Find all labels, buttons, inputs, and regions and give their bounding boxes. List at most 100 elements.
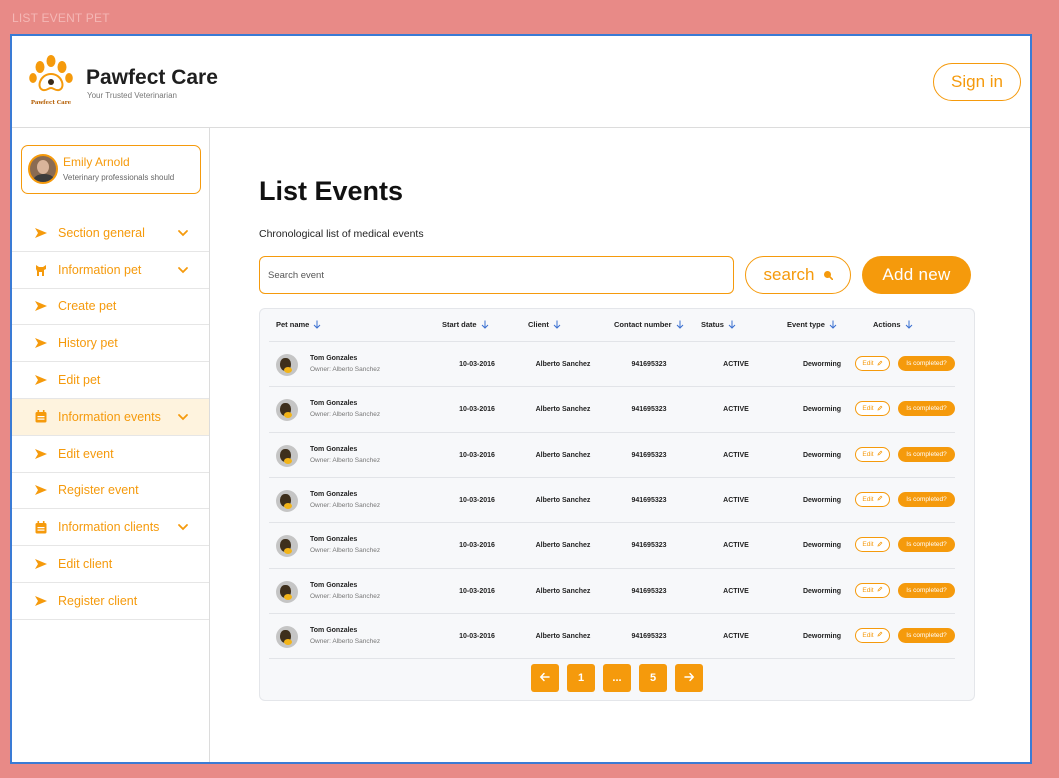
sort-arrow-icon [313, 320, 321, 329]
column-header-status[interactable]: Status [701, 320, 736, 329]
cell-event-type: Deworming [802, 496, 842, 504]
cell-event-type: Deworming [802, 406, 842, 414]
column-header-actions[interactable]: Actions [873, 320, 913, 329]
cell-start-date: 10-03-2016 [459, 361, 495, 368]
cell-contact: 941695323 [631, 542, 667, 550]
pet-owner: Owner: Alberto Sanchez [310, 456, 381, 464]
search-button[interactable]: search [745, 256, 851, 294]
sidebar-item-edit-pet[interactable]: Edit pet [12, 362, 209, 399]
sidebar-item-label: Edit client [58, 557, 113, 572]
arrow-right-icon [34, 226, 48, 240]
edit-button[interactable]: Edit [855, 356, 890, 371]
column-header-pet-name[interactable]: Pet name [276, 320, 321, 329]
column-header-label: Status [701, 320, 724, 329]
table-row[interactable]: Tom Gonzales Owner: Alberto Sanchez 10-03-… [269, 341, 955, 386]
is-completed-button[interactable]: Is completed? [898, 356, 955, 371]
pet-owner: Owner: Alberto Sanchez [310, 637, 381, 645]
pencil-icon [877, 586, 883, 594]
sidebar-item-label: Register event [58, 483, 139, 498]
sidebar-item-information-events[interactable]: Information events [12, 398, 209, 436]
sort-arrow-icon [905, 320, 913, 329]
edit-button[interactable]: Edit [855, 446, 890, 462]
table-row[interactable]: Tom Gonzales Owner: Alberto Sanchez 10-03-… [269, 431, 955, 477]
sort-arrow-icon [481, 320, 489, 329]
table-row[interactable]: Tom Gonzales Owner: Alberto Sanchez 10-03-… [269, 612, 955, 658]
table-row[interactable]: Tom Gonzales Owner: Alberto Sanchez 10-03-… [269, 567, 955, 613]
sidebar-item-information-pet[interactable]: Information pet [12, 252, 209, 289]
sidebar-item-register-client[interactable]: Register client [12, 583, 209, 620]
sidebar-item-information-clients[interactable]: Information clients [12, 509, 209, 547]
is-completed-button[interactable]: Is completed? [898, 446, 955, 462]
pencil-icon [877, 495, 883, 503]
table-row[interactable]: Tom Gonzales Owner: Alberto Sanchez 10-03-… [269, 522, 955, 567]
sidebar-item-edit-event[interactable]: Edit event [12, 436, 209, 473]
arrow-right-icon [34, 299, 48, 313]
previous-page-button[interactable] [531, 664, 559, 692]
table-divider [269, 658, 955, 660]
edit-button-label: Edit [862, 495, 874, 503]
chevron-down-icon[interactable] [177, 227, 189, 239]
add-new-button[interactable]: Add new [862, 256, 971, 294]
page-button-1[interactable]: 1 [567, 664, 595, 692]
sidebar-item-history-pet[interactable]: History pet [12, 325, 209, 363]
column-header-label: Start date [442, 320, 477, 329]
page-button-5[interactable]: 5 [639, 664, 667, 692]
sidebar-item-edit-client[interactable]: Edit client [12, 546, 209, 583]
pencil-icon [877, 360, 883, 368]
edit-button-label: Edit [862, 450, 874, 458]
edit-button-label: Edit [862, 631, 874, 639]
signin-button[interactable]: Sign in [933, 63, 1021, 101]
page-ellipsis[interactable]: ... [603, 664, 631, 692]
cell-client: Alberto Sanchez [535, 632, 591, 640]
is-completed-button[interactable]: Is completed? [898, 582, 955, 598]
chevron-down-icon[interactable] [177, 411, 189, 423]
sidebar-item-register-event[interactable]: Register event [12, 473, 209, 510]
cell-start-date: 10-03-2016 [459, 632, 495, 640]
search-icon [823, 271, 833, 280]
pet-avatar [276, 625, 298, 648]
edit-button[interactable]: Edit [855, 627, 890, 643]
is-completed-button[interactable]: Is completed? [898, 537, 955, 553]
sidebar-item-label: History pet [58, 336, 118, 351]
cell-contact: 941695323 [631, 406, 667, 414]
user-profile-card[interactable]: Emily Arnold Veterinary professionals sh… [21, 145, 201, 194]
pet-avatar [276, 399, 298, 422]
cell-client: Alberto Sanchez [535, 451, 591, 459]
table-row[interactable]: Tom Gonzales Owner: Alberto Sanchez 10-03-… [269, 386, 955, 431]
edit-button[interactable]: Edit [855, 491, 890, 507]
sort-arrow-icon [728, 320, 736, 329]
edit-button[interactable]: Edit [855, 582, 890, 598]
sidebar-item-label: Section general [58, 225, 145, 240]
page-title: List Events [259, 176, 404, 206]
edit-button[interactable]: Edit [855, 537, 890, 553]
is-completed-button[interactable]: Is completed? [898, 627, 955, 643]
next-page-button[interactable] [675, 664, 703, 692]
chevron-down-icon[interactable] [177, 521, 189, 533]
is-completed-button[interactable]: Is completed? [898, 491, 955, 507]
cell-status: ACTIVE [723, 451, 749, 459]
search-input[interactable]: Search event [259, 256, 734, 294]
cell-start-date: 10-03-2016 [459, 542, 495, 550]
sort-arrow-icon [553, 320, 561, 329]
header: Pawfect Care Pawfect Care Your Trusted V… [12, 36, 1030, 128]
sidebar-item-section-general[interactable]: Section general [12, 215, 209, 252]
pet-owner: Owner: Alberto Sanchez [310, 366, 381, 373]
events-table: Pet name Start date Client Contact number St… [259, 308, 975, 701]
edit-button-label: Edit [862, 405, 874, 413]
edit-button[interactable]: Edit [855, 401, 890, 417]
brand-title: Pawfect Care [86, 66, 218, 89]
sidebar-item-create-pet[interactable]: Create pet [12, 289, 209, 326]
brand-subtitle: Your Trusted Veterinarian [87, 91, 177, 100]
column-header-contact-number[interactable]: Contact number [614, 320, 684, 329]
pet-name: Tom Gonzales [310, 400, 358, 408]
column-header-client[interactable]: Client [528, 320, 561, 329]
column-header-label: Contact number [614, 320, 672, 329]
column-header-event-type[interactable]: Event type [787, 320, 837, 329]
cell-contact: 941695323 [631, 632, 667, 640]
table-row[interactable]: Tom Gonzales Owner: Alberto Sanchez 10-03-… [269, 476, 955, 522]
cell-contact: 941695323 [631, 451, 667, 459]
chevron-down-icon[interactable] [177, 264, 189, 276]
pagination: 1... 5 [260, 664, 974, 692]
column-header-start-date[interactable]: Start date [442, 320, 489, 329]
is-completed-button[interactable]: Is completed? [898, 401, 955, 417]
